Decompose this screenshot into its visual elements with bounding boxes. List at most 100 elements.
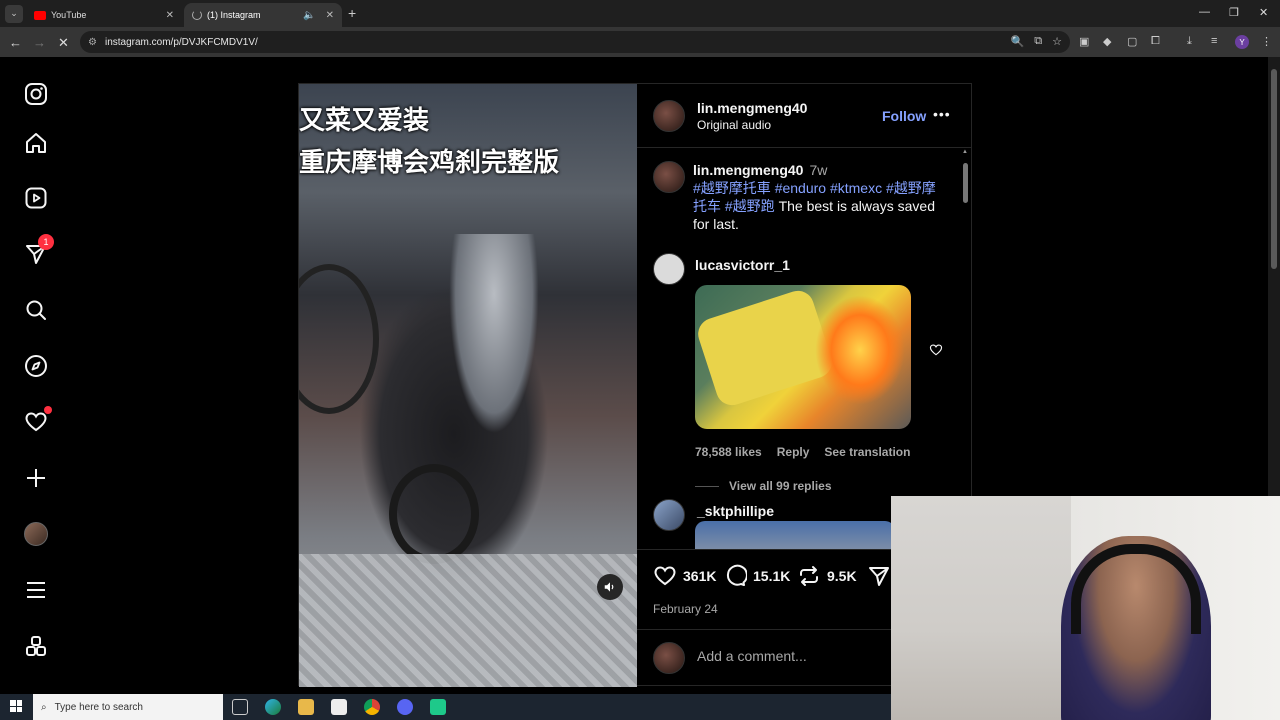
- video-overlay-text: 又菜又爱装: [299, 106, 430, 136]
- zoom-icon[interactable]: 🔍: [1011, 35, 1025, 48]
- like-button[interactable]: 361K: [653, 564, 716, 588]
- instagram-logo-icon[interactable]: [22, 80, 50, 108]
- add-comment-input[interactable]: Add a comment...: [697, 648, 807, 664]
- create-plus-icon[interactable]: [22, 464, 50, 492]
- commenter-username[interactable]: _sktphillipe: [697, 503, 774, 519]
- notification-badge: 1: [38, 234, 54, 250]
- instagram-sidebar: 1: [0, 57, 72, 690]
- hashtag-link[interactable]: #ktmexc: [830, 180, 882, 196]
- video-scene: [299, 554, 637, 687]
- divider: [695, 485, 719, 487]
- commenter-avatar[interactable]: [653, 253, 685, 285]
- search-icon: ⌕: [41, 701, 47, 713]
- chrome-menu-icon[interactable]: ⋮: [1261, 35, 1272, 48]
- menu-hamburger-icon[interactable]: [22, 576, 50, 604]
- view-replies-label: View all 99 replies: [729, 479, 832, 493]
- stop-loading-icon[interactable]: ✕: [58, 35, 69, 51]
- comment-bubble-icon: [726, 564, 747, 586]
- messages-icon[interactable]: 1: [22, 234, 54, 268]
- discord-icon[interactable]: [397, 699, 413, 715]
- hashtag-link[interactable]: #越野摩托車: [693, 180, 771, 196]
- post-header: lin.mengmeng40 Original audio Follow •••: [637, 84, 971, 148]
- close-window-icon[interactable]: ✕: [1259, 6, 1268, 19]
- bookmark-star-icon[interactable]: ☆: [1052, 35, 1062, 48]
- download-icon[interactable]: ⤓: [1187, 35, 1192, 48]
- site-info-icon[interactable]: ⚙: [88, 37, 97, 48]
- notifications-heart-icon[interactable]: [22, 406, 52, 436]
- see-translation-button[interactable]: See translation: [824, 445, 910, 459]
- close-tab-icon[interactable]: ✕: [166, 10, 174, 21]
- repost-button[interactable]: 9.5K: [797, 564, 857, 588]
- comment-image: [695, 521, 895, 549]
- file-explorer-icon[interactable]: [298, 699, 314, 715]
- tab-search-button[interactable]: ⌄: [5, 4, 23, 23]
- chrome-icon[interactable]: [364, 699, 380, 715]
- translate-extension-icon[interactable]: ▣: [1079, 35, 1089, 48]
- comment-button[interactable]: 15.1K: [723, 564, 790, 588]
- minimize-icon[interactable]: —: [1199, 6, 1210, 18]
- commenter-username[interactable]: lucasvictorr_1: [695, 257, 790, 273]
- view-replies-button[interactable]: View all 99 replies: [695, 479, 832, 493]
- comment-likes[interactable]: 78,588 likes: [695, 445, 762, 459]
- back-icon[interactable]: ←: [9, 35, 22, 50]
- comment-meta: 78,588 likes Reply See translation: [695, 445, 910, 459]
- avatar: [24, 522, 48, 546]
- audio-label[interactable]: Original audio: [697, 118, 771, 132]
- profile-avatar[interactable]: [22, 520, 50, 548]
- search-icon[interactable]: [22, 296, 50, 324]
- scrollbar-thumb[interactable]: [963, 163, 968, 203]
- scrollbar-thumb[interactable]: [1271, 69, 1277, 269]
- new-tab-button[interactable]: +: [348, 5, 356, 21]
- follow-button[interactable]: Follow: [882, 108, 926, 124]
- audio-playing-icon[interactable]: 🔈: [303, 10, 315, 21]
- reply-button[interactable]: Reply: [777, 445, 810, 459]
- caption-time: 7w: [809, 162, 828, 178]
- more-options-button[interactable]: •••: [933, 106, 951, 122]
- search-placeholder: Type here to search: [54, 701, 143, 713]
- scroll-up-arrow-icon[interactable]: ▲: [962, 149, 968, 155]
- explore-compass-icon[interactable]: [22, 352, 50, 380]
- likes-count[interactable]: 361K: [683, 568, 716, 584]
- audio-toggle-button[interactable]: [597, 574, 623, 600]
- browser-nav-bar: ← → ✕ ⚙ instagram.com/p/DVJKFCMDV1V/ 🔍 ⧉…: [0, 27, 1280, 57]
- home-icon[interactable]: [22, 129, 50, 157]
- reels-icon[interactable]: [22, 184, 50, 212]
- cast-icon[interactable]: ⧉: [1034, 35, 1042, 48]
- address-bar[interactable]: ⚙ instagram.com/p/DVJKFCMDV1V/ 🔍 ⧉ ☆: [80, 31, 1070, 53]
- like-comment-heart-icon[interactable]: [929, 343, 943, 357]
- windows-start-icon[interactable]: [10, 700, 22, 712]
- close-tab-icon[interactable]: ✕: [326, 10, 334, 21]
- notification-dot: [44, 406, 52, 414]
- repost-icon: [800, 566, 818, 586]
- app-icon[interactable]: [430, 699, 446, 715]
- caption-author[interactable]: lin.mengmeng40: [693, 162, 803, 178]
- taskbar-search-box[interactable]: ⌕ Type here to search: [33, 694, 223, 720]
- video-overlay-text: 重庆摩博会鸡刹完整版: [299, 148, 560, 178]
- post-video[interactable]: 又菜又爱装 重庆摩博会鸡刹完整版: [299, 84, 637, 687]
- youtube-icon: [34, 10, 46, 20]
- also-from-meta-icon[interactable]: [22, 632, 50, 660]
- reposts-count: 9.5K: [827, 568, 857, 584]
- store-icon[interactable]: [331, 699, 347, 715]
- extensions-puzzle-icon[interactable]: ⧠: [1151, 35, 1160, 48]
- commenter-avatar[interactable]: [653, 499, 685, 531]
- hashtag-link[interactable]: #enduro: [775, 180, 826, 196]
- author-avatar[interactable]: [653, 161, 685, 193]
- forward-icon[interactable]: →: [33, 35, 46, 50]
- task-view-icon[interactable]: [232, 699, 248, 715]
- tab-instagram[interactable]: (1) Instagram 🔈 ✕: [184, 3, 342, 27]
- restore-icon[interactable]: ❐: [1229, 6, 1239, 19]
- extension-icon[interactable]: ▢: [1127, 35, 1137, 48]
- comments-scrollbar[interactable]: ▲: [962, 149, 970, 549]
- reading-list-icon[interactable]: ≡: [1211, 35, 1217, 47]
- hashtag-link[interactable]: #越野跑: [725, 198, 775, 214]
- tab-youtube[interactable]: YouTube ✕: [26, 3, 182, 27]
- share-button[interactable]: [867, 564, 891, 588]
- profile-avatar[interactable]: Y: [1235, 35, 1249, 49]
- edge-browser-icon[interactable]: [265, 699, 281, 715]
- extension-icon[interactable]: ◆: [1103, 35, 1111, 48]
- loading-icon: [192, 10, 202, 20]
- author-avatar[interactable]: [653, 100, 685, 132]
- author-username[interactable]: lin.mengmeng40: [697, 100, 807, 116]
- comments-count: 15.1K: [753, 568, 791, 584]
